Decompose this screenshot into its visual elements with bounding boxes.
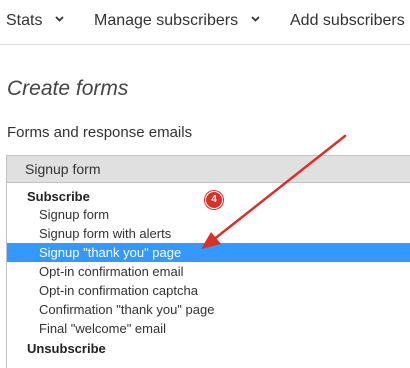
chevron-down-icon: [55, 16, 64, 23]
option-final-welcome-email[interactable]: Final "welcome" email: [7, 319, 410, 338]
nav-stats[interactable]: Stats: [6, 12, 64, 30]
page-title: Create forms: [7, 77, 129, 100]
option-signup-form[interactable]: Signup form: [7, 205, 410, 224]
optgroup-subscribe: Subscribe: [27, 189, 90, 204]
option-optin-confirmation-captcha[interactable]: Opt-in confirmation captcha: [7, 281, 410, 300]
option-confirmation-thank-you-page[interactable]: Confirmation "thank you" page: [7, 300, 410, 319]
form-select-list[interactable]: Subscribe Signup form Signup form with a…: [6, 183, 410, 368]
form-select-current[interactable]: Signup form: [6, 155, 410, 183]
chevron-down-icon: [250, 16, 260, 23]
nav-add-subscribers-label: Add subscribers: [290, 12, 405, 29]
step-number-badge: 4: [205, 191, 223, 209]
option-signup-form-with-alerts[interactable]: Signup form with alerts: [7, 224, 410, 243]
nav-manage-subscribers-label: Manage subscribers: [94, 12, 239, 29]
option-signup-thank-you-page[interactable]: Signup "thank you" page: [7, 243, 410, 262]
nav-stats-label: Stats: [6, 12, 43, 29]
nav-add-subscribers[interactable]: Add subscribers: [290, 12, 405, 30]
option-optin-confirmation-email[interactable]: Opt-in confirmation email: [7, 262, 410, 281]
top-navigation: Stats Manage subscribers Add subscribers: [0, 0, 410, 45]
section-title: Forms and response emails: [7, 124, 193, 141]
nav-manage-subscribers[interactable]: Manage subscribers: [94, 12, 260, 30]
optgroup-unsubscribe: Unsubscribe: [27, 341, 106, 356]
